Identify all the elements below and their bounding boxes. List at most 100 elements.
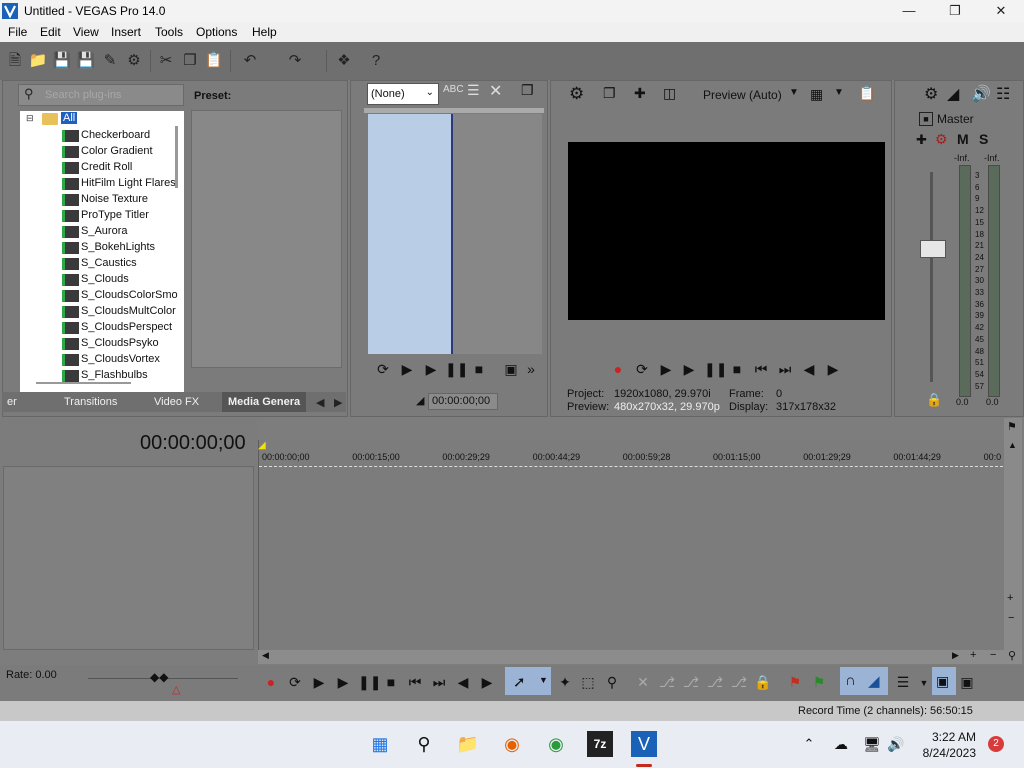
- timeline-go-to-start-icon[interactable]: ⏮: [406, 674, 424, 691]
- plugin-item[interactable]: S_CloudsVortex: [81, 353, 160, 365]
- lock-icon[interactable]: 🔒: [926, 392, 942, 408]
- play-icon[interactable]: ▶: [422, 361, 440, 378]
- go-to-end-icon[interactable]: ⏭: [776, 361, 794, 378]
- split-screen-icon[interactable]: ✚: [634, 85, 646, 102]
- play-from-start-icon[interactable]: ▶: [398, 361, 416, 378]
- pan-icon[interactable]: ✚: [916, 132, 927, 148]
- pause-icon[interactable]: ❚❚: [445, 361, 468, 378]
- tab-transitions[interactable]: Transitions: [64, 396, 117, 408]
- delete-icon[interactable]: ✕: [634, 674, 652, 691]
- trim-icon[interactable]: ⎇: [658, 674, 676, 691]
- timeline-horizontal-scrollbar[interactable]: ◀ ▶ + − ⚲: [258, 649, 1022, 664]
- plugin-item[interactable]: HitFilm Light Flares: [81, 177, 176, 189]
- edit-tool-selected[interactable]: ➚ ▼: [505, 667, 551, 695]
- selection-tool-icon[interactable]: ⬚: [579, 674, 597, 691]
- solo-button[interactable]: S: [979, 131, 988, 147]
- envelope-tool-icon[interactable]: ✦: [556, 674, 574, 691]
- plugin-item[interactable]: S_BokehLights: [81, 241, 155, 253]
- preview-mode-chevron-icon[interactable]: ▼: [789, 87, 799, 98]
- lock-envelopes-icon[interactable]: ▣: [936, 673, 949, 690]
- explore-icon[interactable]: ❖: [334, 51, 354, 71]
- menu-insert[interactable]: Insert: [111, 25, 141, 39]
- master-select-icon[interactable]: ■: [919, 112, 933, 126]
- ripple-chevron-icon[interactable]: ▼: [915, 678, 933, 688]
- plugin-item[interactable]: ProType Titler: [81, 209, 149, 221]
- network-icon[interactable]: 🖥: [859, 731, 885, 757]
- timeline-loop-icon[interactable]: ⟳: [286, 674, 304, 691]
- stop-icon[interactable]: ■: [470, 361, 488, 377]
- close-button[interactable]: ✕: [978, 0, 1024, 22]
- trimmer-media-select[interactable]: (None) ⌄: [367, 83, 439, 105]
- trim-end-icon[interactable]: ⎇: [706, 674, 724, 691]
- timeline-prev-frame-icon[interactable]: ◀: [454, 674, 472, 691]
- redo-icon[interactable]: ↷: [285, 51, 305, 71]
- preview-play-from-start-icon[interactable]: ▶: [657, 361, 675, 378]
- menu-view[interactable]: View: [73, 25, 99, 39]
- vegas-taskbar-icon[interactable]: V: [631, 731, 657, 757]
- menu-edit[interactable]: Edit: [40, 25, 61, 39]
- scroll-right-icon[interactable]: ▶: [952, 650, 959, 661]
- rate-slider-handle-icon[interactable]: ◆◆: [150, 670, 168, 684]
- normal-edit-tool-icon[interactable]: ➚: [513, 673, 526, 691]
- zoom-in-vertical-icon[interactable]: +: [1007, 592, 1013, 604]
- tree-scrollbar[interactable]: [175, 126, 178, 188]
- tab-video-fx[interactable]: Video FX: [154, 396, 199, 408]
- external-monitor-icon[interactable]: ❐: [603, 85, 616, 102]
- mute-button[interactable]: M: [957, 131, 969, 147]
- copy-icon[interactable]: ❐: [180, 51, 200, 71]
- timeline-go-to-end-icon[interactable]: ⏭: [430, 674, 448, 691]
- 7zip-icon[interactable]: 7z: [587, 731, 613, 757]
- cut-icon[interactable]: ✂: [156, 51, 176, 71]
- plugin-item[interactable]: S_Clouds: [81, 273, 129, 285]
- help-cursor-icon[interactable]: ?: [366, 51, 386, 71]
- grid-icon[interactable]: ▦: [810, 86, 823, 103]
- menu-tools[interactable]: Tools: [155, 25, 183, 39]
- tab-media-generators[interactable]: Media Genera: [222, 392, 307, 412]
- undo-icon[interactable]: ↶: [240, 51, 260, 71]
- notification-badge[interactable]: 2: [988, 736, 1004, 752]
- clock-time[interactable]: 3:22 AM: [932, 730, 976, 744]
- timeline-record-icon[interactable]: ●: [262, 674, 280, 690]
- menu-options[interactable]: Options: [196, 25, 237, 39]
- tab-scroll-right-icon[interactable]: ▶: [334, 396, 342, 409]
- cursor-marker-icon[interactable]: ◢: [258, 440, 266, 451]
- timeline-area[interactable]: [258, 440, 1005, 650]
- loop-icon[interactable]: ⟳: [374, 361, 392, 378]
- cloud-offline-icon[interactable]: ☁: [828, 731, 854, 757]
- trim-start-icon[interactable]: ⎇: [682, 674, 700, 691]
- start-icon[interactable]: ▦: [367, 731, 393, 757]
- save-as-icon[interactable]: 💾: [76, 51, 96, 71]
- previous-frame-icon[interactable]: ◀: [800, 361, 818, 378]
- plugin-tree[interactable]: ⊟ All Checkerboard Color Gradient Credit R…: [20, 111, 184, 392]
- ripple-edit-icon[interactable]: ☰: [894, 674, 912, 691]
- plugin-item[interactable]: Checkerboard: [81, 129, 150, 141]
- plugin-item[interactable]: Color Gradient: [81, 145, 153, 157]
- menu-file[interactable]: File: [8, 25, 27, 39]
- properties-gear-icon[interactable]: ⚙: [124, 51, 144, 71]
- speaker-icon[interactable]: 🔊: [971, 84, 991, 104]
- trimmer-media-region[interactable]: [368, 114, 453, 354]
- tab-project-explorer[interactable]: er: [7, 396, 17, 408]
- open-folder-icon[interactable]: 📁: [28, 51, 48, 71]
- edit-tool-chevron-icon[interactable]: ▼: [539, 675, 548, 685]
- timeline-play-from-start-icon[interactable]: ▶: [310, 674, 328, 691]
- preview-stop-icon[interactable]: ■: [728, 361, 746, 377]
- show-hidden-icons-icon[interactable]: ⌃: [796, 731, 822, 757]
- tree-root-all[interactable]: All: [61, 112, 78, 124]
- zoom-out-icon[interactable]: −: [990, 649, 996, 661]
- ignore-grouping-icon[interactable]: ▣: [958, 674, 976, 691]
- zoom-out-vertical-icon[interactable]: −: [1008, 612, 1014, 624]
- lock-events-icon[interactable]: 🔒: [754, 674, 772, 691]
- plugin-item[interactable]: S_Aurora: [81, 225, 127, 237]
- plugin-item[interactable]: Credit Roll: [81, 161, 132, 173]
- track-header-area[interactable]: [3, 466, 254, 650]
- minimize-button[interactable]: —: [886, 0, 932, 22]
- trimmer-window-icon[interactable]: ❐: [521, 82, 534, 99]
- mixer-faders-icon[interactable]: ☷: [996, 84, 1010, 104]
- more-icon[interactable]: »: [522, 361, 540, 377]
- go-to-start-icon[interactable]: ⏮: [752, 361, 770, 378]
- preview-properties-gear-icon[interactable]: ⚙: [569, 84, 584, 104]
- menu-help[interactable]: Help: [252, 25, 277, 39]
- enable-snapping-icon[interactable]: ∩: [845, 672, 856, 689]
- downmix-icon[interactable]: ◢: [947, 84, 959, 104]
